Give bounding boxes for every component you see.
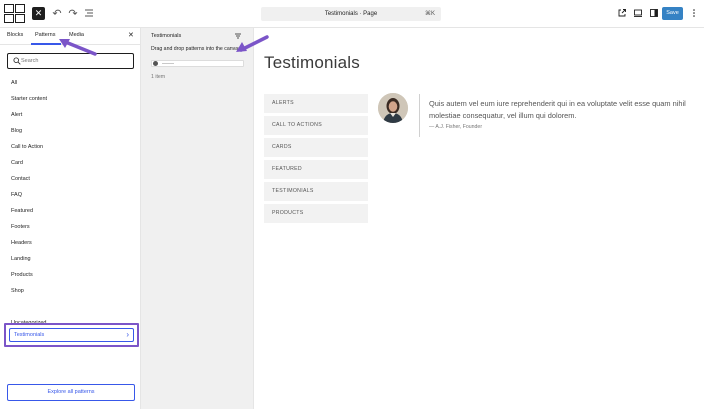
pattern-preview-panel: Testimonials Drag and drop patterns into… [141,28,254,409]
settings-sidebar-icon[interactable] [648,8,660,20]
tab-blocks[interactable]: Blocks [7,32,23,38]
menu-item[interactable]: PRODUCTS [264,204,368,223]
quote-divider [419,94,420,137]
site-logo-icon[interactable] [4,4,26,24]
editor-canvas[interactable]: Testimonials ALERTS CALL TO ACTIONS CARD… [254,28,704,409]
category-item[interactable]: Alert [11,112,22,118]
highlight-annotation-frame: Testimonials › [4,323,139,347]
category-item[interactable]: Starter content [11,96,47,102]
view-page-icon[interactable] [616,8,628,20]
category-item[interactable]: Products [11,272,33,278]
thumbnail-text-line [162,63,174,64]
pattern-count: 1 item [151,74,166,80]
testimonial-quote[interactable]: Quis autem vel eum iure reprehenderit qu… [429,98,689,121]
menu-item[interactable]: CARDS [264,138,368,157]
annotation-arrow-icon [59,39,97,56]
selected-category-label: Testimonials [14,332,45,338]
thumbnail-avatar [153,61,158,66]
undo-icon[interactable]: ↶ [51,8,63,20]
command-palette-bar[interactable]: Testimonials · Page ⌘K [261,7,441,21]
testimonial-avatar [378,93,408,123]
category-item[interactable]: Footers [11,224,30,230]
document-title: Testimonials · Page [324,11,378,17]
page-title[interactable]: Testimonials [264,53,360,73]
testimonial-citation: — A.J. Fisher, Founder [429,124,483,130]
document-overview-icon[interactable] [83,8,95,20]
shortcut-hint: ⌘K [424,11,435,17]
menu-item[interactable]: FEATURED [264,160,368,179]
device-preview-icon[interactable] [632,8,644,20]
inserter-sidebar: Blocks Patterns Media ✕ All Starter cont… [0,28,141,409]
close-inserter-button[interactable]: ✕ [32,7,45,20]
close-panel-icon[interactable]: ✕ [128,32,134,40]
top-toolbar: ✕ ↶ ↷ Testimonials · Page ⌘K Save [0,0,704,28]
category-item[interactable]: All [11,80,17,86]
options-menu-icon[interactable] [688,8,700,20]
category-item[interactable]: Landing [11,256,31,262]
explore-all-patterns-button[interactable]: Explore all patterns [7,384,135,401]
annotation-arrow-icon [236,35,269,52]
category-item[interactable]: Call to Action [11,144,43,150]
save-button[interactable]: Save [662,7,683,20]
redo-icon[interactable]: ↷ [67,8,79,20]
menu-item[interactable]: ALERTS [264,94,368,113]
menu-item[interactable]: CALL TO ACTIONS [264,116,368,135]
category-item-testimonials[interactable]: Testimonials › [9,328,134,342]
tab-patterns[interactable]: Patterns [35,32,55,38]
menu-item[interactable]: TESTIMONIALS [264,182,368,201]
pattern-panel-title: Testimonials [151,33,182,39]
category-item[interactable]: FAQ [11,192,22,198]
drag-drop-hint: Drag and drop patterns into the canvas. [151,46,243,52]
category-item[interactable]: Shop [11,288,24,294]
pattern-thumbnail[interactable] [151,60,244,67]
category-item[interactable]: Headers [11,240,32,246]
category-item[interactable]: Blog [11,128,22,134]
chevron-right-icon: › [126,330,129,339]
category-item[interactable]: Contact [11,176,30,182]
category-item[interactable]: Card [11,160,23,166]
category-item[interactable]: Featured [11,208,33,214]
search-icon [13,57,21,65]
